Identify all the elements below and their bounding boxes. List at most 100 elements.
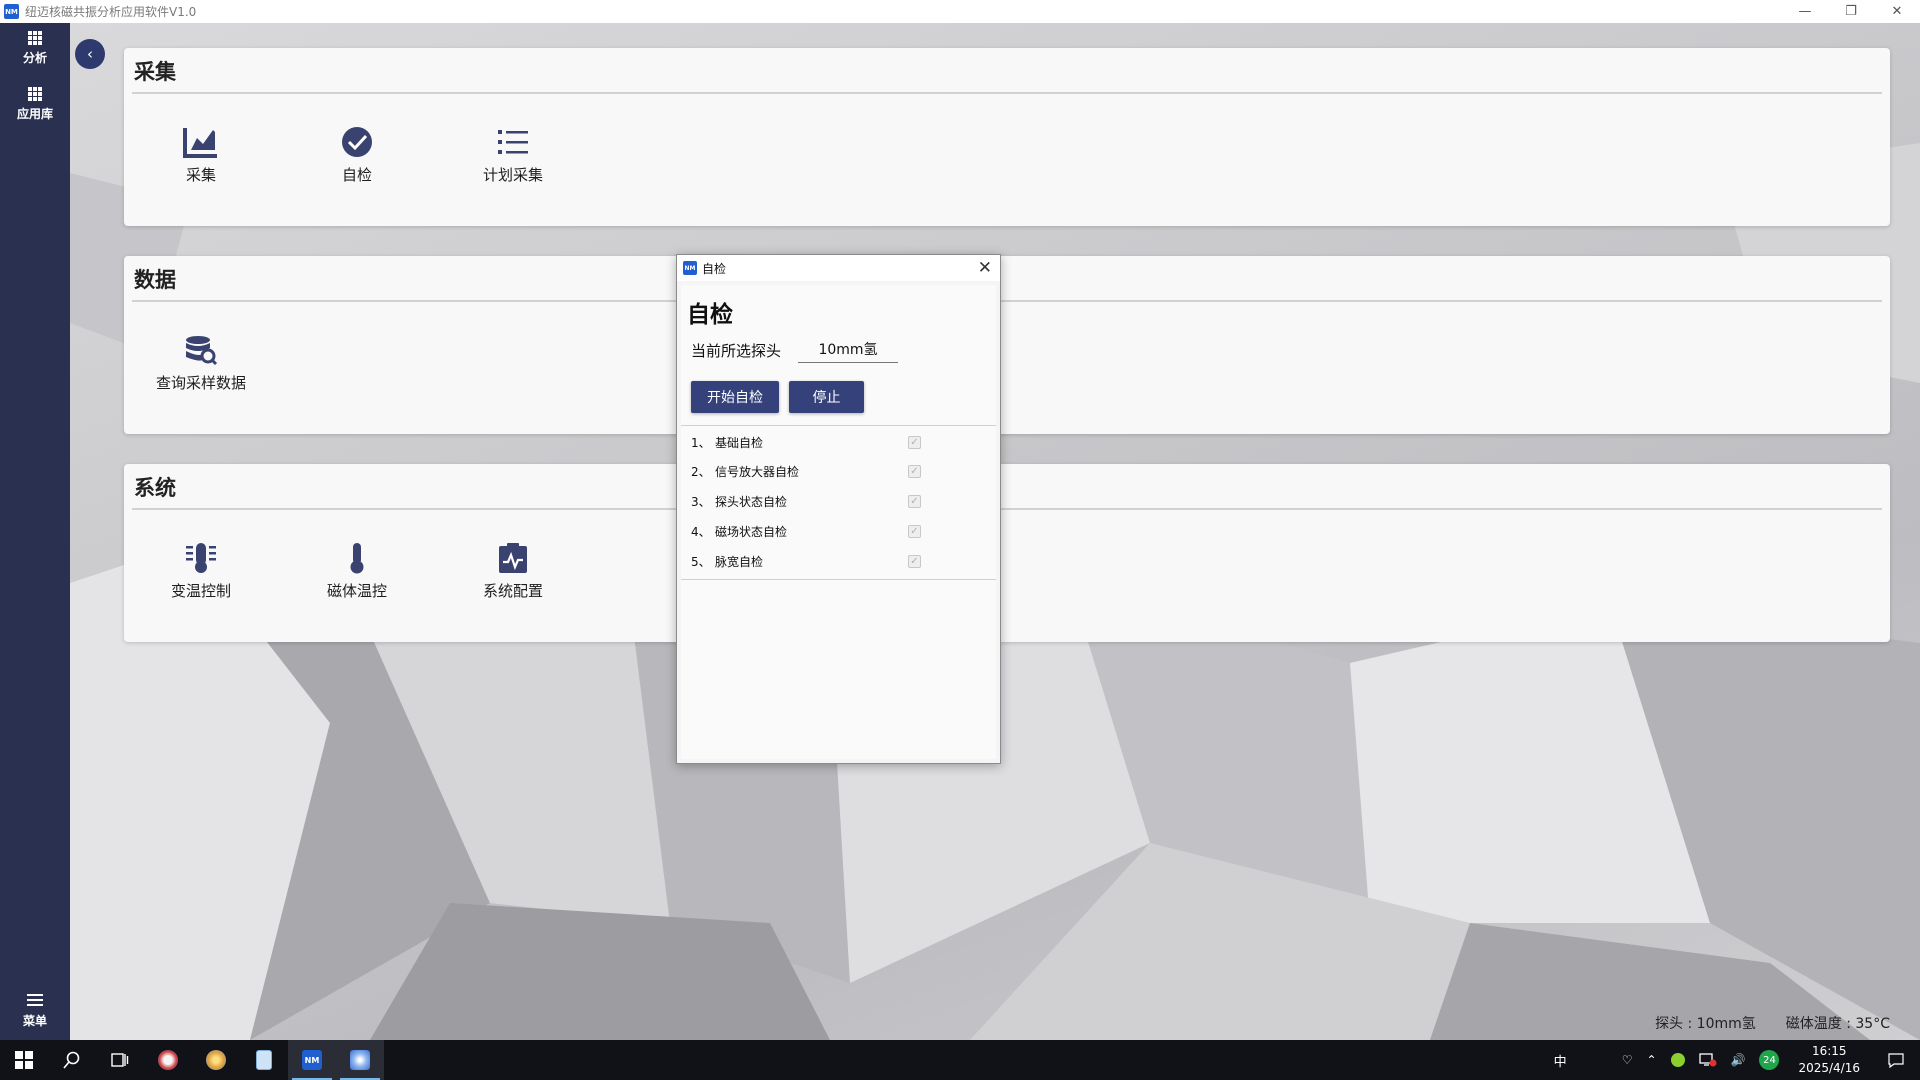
check-checkbox[interactable]: ✓ (908, 464, 921, 478)
check-checkbox[interactable]: ✓ (908, 524, 921, 538)
check-number: 1、 (691, 435, 711, 450)
probe-field[interactable]: 10mm氢 (798, 339, 898, 363)
collapse-sidebar-button[interactable]: ‹ (75, 39, 105, 69)
thermostat-icon (186, 543, 216, 573)
section-card-data: 数据 查询采样数据 (124, 256, 1890, 434)
minimize-button[interactable]: — (1782, 0, 1828, 23)
message-icon (1888, 1053, 1904, 1068)
check-item-probe-state: 3、 探头状态自检 ✓ (691, 491, 921, 511)
section-card-system: 系统 变温控制 磁体温控 系统配置 (124, 464, 1890, 642)
system-tray: 中 ♡ ⌃ 🔊 24 16:15 2025/4/16 (1547, 1040, 1920, 1080)
sidebar-item-label: 分析 (22, 51, 47, 65)
sidebar-item-analysis[interactable]: 分析 (0, 31, 70, 66)
section-title: 系统 (134, 476, 176, 500)
check-label: 探头状态自检 (715, 494, 788, 509)
check-item-amplifier: 2、 信号放大器自检 ✓ (691, 461, 921, 481)
dialog-title: 自检 (702, 261, 727, 276)
check-label: 信号放大器自检 (715, 464, 800, 479)
start-self-check-button[interactable]: 开始自检 (691, 381, 779, 413)
window-titlebar: NM 纽迈核磁共振分析应用软件V1.0 — ❐ ✕ (0, 0, 1920, 23)
stop-button[interactable]: 停止 (789, 381, 864, 413)
tile-magnet-temperature[interactable]: 磁体温控 (292, 542, 422, 601)
task-view-button[interactable] (96, 1040, 144, 1080)
action-center-button[interactable] (1872, 1052, 1920, 1068)
sidebar-menu-button[interactable]: 菜单 (0, 991, 70, 1029)
clock-time: 16:15 (1811, 1044, 1847, 1058)
clock[interactable]: 16:15 2025/4/16 (1786, 1043, 1872, 1077)
chevron-up-icon[interactable]: ⌃ (1639, 1053, 1663, 1067)
status-probe: 探头 : 10mm氢 (1655, 1016, 1756, 1032)
tray-app-icon[interactable] (1664, 1053, 1692, 1067)
hamburger-menu-icon (27, 994, 43, 1006)
sidebar-item-label: 应用库 (16, 107, 53, 121)
close-icon[interactable]: ✕ (978, 258, 992, 278)
app-logo: NM (4, 4, 19, 19)
status-magnet-temperature: 磁体温度 : 35°C (1785, 1016, 1890, 1032)
tile-acquire[interactable]: 采集 (136, 126, 266, 185)
search-icon (63, 1051, 80, 1069)
tile-temperature-control[interactable]: 变温控制 (136, 542, 266, 601)
taskbar-app-notepad[interactable] (240, 1040, 288, 1080)
tile-label: 变温控制 (170, 582, 231, 600)
dialog-body: 自检 当前所选探头 10mm氢 开始自检 停止 1、 基础自检 ✓ 2、 信号放… (681, 285, 996, 759)
tile-self-check[interactable]: 自检 (292, 126, 422, 185)
taskbar-app-secondary[interactable] (336, 1040, 384, 1080)
check-checkbox[interactable]: ✓ (908, 554, 921, 568)
windows-logo-icon (15, 1051, 33, 1069)
check-item-field-state: 4、 磁场状态自检 ✓ (691, 521, 921, 541)
sidebar: 分析 应用库 菜单 (0, 23, 70, 1040)
tile-query-samples[interactable]: 查询采样数据 (136, 334, 266, 393)
section-divider (132, 92, 1882, 94)
people-icon[interactable]: ♡ (1615, 1053, 1640, 1067)
divider (681, 425, 996, 426)
check-item-pulse-width: 5、 脉宽自检 ✓ (691, 551, 921, 571)
check-checkbox[interactable]: ✓ (908, 435, 921, 449)
section-title: 采集 (134, 60, 176, 84)
tile-scheduled-acquisition[interactable]: 计划采集 (448, 126, 578, 185)
check-number: 4、 (691, 524, 711, 539)
grid-icon (28, 31, 42, 45)
check-label: 脉宽自检 (715, 554, 764, 569)
app-window-icon (350, 1050, 370, 1070)
volume-icon[interactable]: 🔊 (1724, 1053, 1753, 1067)
network-icon[interactable] (1692, 1053, 1724, 1067)
dialog-heading: 自检 (687, 302, 733, 328)
network-icon-glyph (1698, 1053, 1717, 1067)
check-label: 磁场状态自检 (715, 524, 788, 539)
green-circle-icon (1670, 1053, 1685, 1067)
clock-date: 2025/4/16 (1798, 1061, 1860, 1075)
task-view-icon (111, 1053, 129, 1067)
check-number: 3、 (691, 494, 711, 509)
check-checkbox[interactable]: ✓ (908, 494, 921, 508)
ime-indicator[interactable]: 中 (1547, 1051, 1615, 1070)
window-title: 纽迈核磁共振分析应用软件V1.0 (25, 5, 197, 19)
tile-label: 计划采集 (482, 166, 543, 184)
check-number: 5、 (691, 554, 711, 569)
taskbar-app-paint[interactable] (144, 1040, 192, 1080)
taskbar: NM 中 ♡ ⌃ 🔊 24 16:15 2025/4/16 (0, 1040, 1920, 1080)
restore-button[interactable]: ❐ (1828, 0, 1874, 23)
check-circle-icon (342, 127, 372, 157)
check-number: 2、 (691, 464, 711, 479)
sidebar-item-app-library[interactable]: 应用库 (0, 87, 70, 122)
dialog-titlebar: NM 自检 ✕ (677, 255, 1000, 281)
menu-label: 菜单 (22, 1014, 47, 1028)
search-button[interactable] (48, 1040, 96, 1080)
tile-label: 系统配置 (482, 582, 543, 600)
section-card-acquisition: 采集 采集 自检 计划采集 (124, 48, 1890, 226)
notification-badge[interactable]: 24 (1752, 1050, 1786, 1070)
taskbar-app-palette[interactable] (192, 1040, 240, 1080)
tile-label: 磁体温控 (326, 582, 387, 600)
app-logo: NM (683, 261, 697, 275)
grid-icon (28, 87, 42, 101)
nmr-app-icon: NM (302, 1050, 322, 1070)
status-bar: 探头 : 10mm氢 磁体温度 : 35°C (1655, 1013, 1890, 1033)
list-icon (498, 130, 528, 154)
window-controls: — ❐ ✕ (1782, 0, 1920, 23)
start-button[interactable] (0, 1040, 48, 1080)
section-divider (132, 300, 1882, 302)
close-button[interactable]: ✕ (1874, 0, 1920, 23)
section-divider (132, 508, 1882, 510)
tile-system-config[interactable]: 系统配置 (448, 542, 578, 601)
taskbar-app-nmr[interactable]: NM (288, 1040, 336, 1080)
